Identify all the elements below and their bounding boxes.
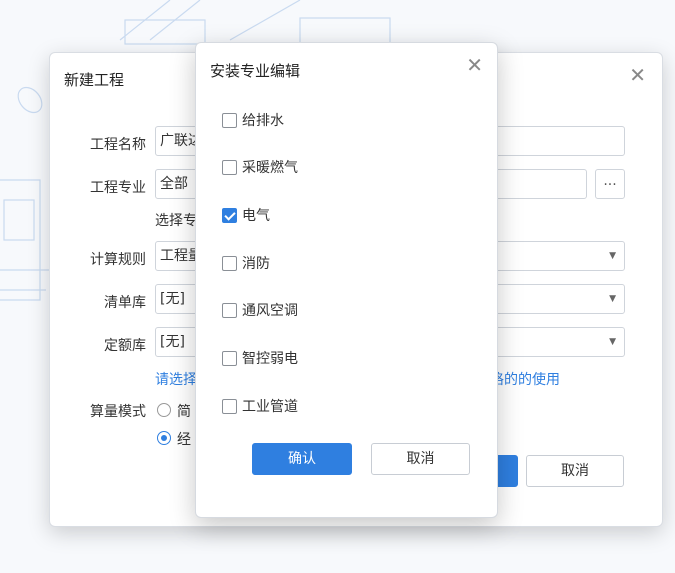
mode-radio-classic[interactable] (157, 431, 171, 445)
dialog-title: 新建工程 (64, 71, 125, 89)
option-label: 通风空调 (242, 303, 298, 319)
mode-label: 算量模式 (90, 404, 146, 420)
close-icon[interactable]: ✕ (629, 65, 646, 85)
chevron-down-icon: ▼ (609, 337, 616, 347)
quota-library-value: [无] (160, 334, 185, 350)
option-label: 智控弱电 (242, 351, 298, 367)
option-label: 消防 (242, 256, 270, 272)
browse-discipline-button[interactable]: ... (595, 169, 625, 199)
install-discipline-edit-modal: 安装专业编辑 ✕ 给排水 采暖燃气 电气 消防 通风空调 智控弱电 工业管道 确… (195, 42, 498, 518)
option-label: 工业管道 (242, 399, 298, 415)
checkbox[interactable] (222, 256, 237, 271)
bill-library-label: 清单库 (104, 295, 146, 311)
checkbox-checked[interactable] (222, 208, 237, 223)
option-label: 采暖燃气 (242, 160, 298, 176)
checkbox[interactable] (222, 399, 237, 414)
option-label: 给排水 (242, 113, 284, 129)
mode-radio-classic-label: 经 (177, 432, 191, 448)
project-discipline-value: 全部 (160, 176, 188, 192)
cancel-button[interactable]: 取消 (371, 443, 470, 475)
main-cancel-button[interactable]: 取消 (526, 455, 624, 487)
checkbox[interactable] (222, 160, 237, 175)
option-label: 电气 (242, 208, 270, 224)
chevron-down-icon: ▼ (609, 251, 616, 261)
project-name-label: 工程名称 (90, 137, 146, 153)
checkbox[interactable] (222, 303, 237, 318)
calc-rule-label: 计算规则 (90, 252, 146, 268)
chevron-down-icon: ▼ (609, 294, 616, 304)
hint-link-right[interactable]: 格的的使用 (490, 369, 560, 389)
close-icon[interactable]: ✕ (466, 55, 483, 75)
quota-library-label: 定额库 (104, 338, 146, 354)
confirm-button[interactable]: 确认 (252, 443, 352, 475)
checkbox[interactable] (222, 113, 237, 128)
mode-radio-simple[interactable] (157, 403, 171, 417)
hint-link-left[interactable]: 请选择 (155, 369, 197, 389)
project-discipline-label: 工程专业 (90, 180, 146, 196)
modal-title: 安装专业编辑 (210, 62, 301, 80)
bill-library-value: [无] (160, 291, 185, 307)
checkbox[interactable] (222, 351, 237, 366)
mode-radio-simple-label: 简 (177, 404, 191, 420)
select-discipline-note: 选择专 (155, 213, 197, 229)
